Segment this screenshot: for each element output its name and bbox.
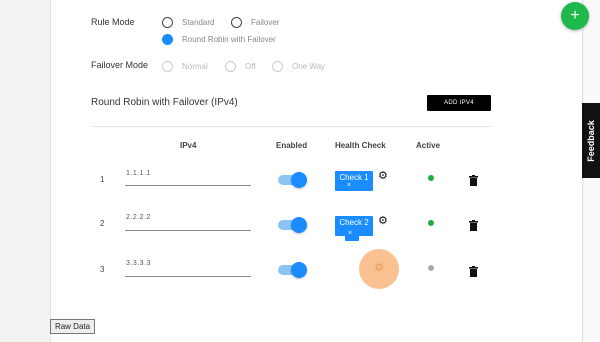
- rule-mode-option-label: Standard: [182, 18, 215, 27]
- toggle-knob: [291, 262, 307, 278]
- rule-mode-option-label: Failover: [251, 18, 280, 27]
- failover-mode-option-normal[interactable]: Normal: [162, 61, 208, 72]
- add-ipv4-button[interactable]: ADD IPV4: [427, 95, 491, 111]
- active-status-dot: [428, 220, 434, 226]
- rule-mode-option-label: Round Robin with Failover: [182, 35, 276, 44]
- enabled-toggle[interactable]: [278, 172, 307, 188]
- divider: [91, 126, 491, 127]
- failover-mode-option-one-way[interactable]: One Way: [272, 61, 325, 72]
- ipv4-input-underline: [125, 276, 251, 277]
- section-title: Round Robin with Failover (IPv4): [91, 97, 238, 108]
- feedback-tab[interactable]: Feedback: [582, 103, 600, 178]
- remove-check-button[interactable]: ×: [345, 229, 359, 241]
- column-header-ipv4: IPv4: [180, 141, 197, 150]
- gear-icon[interactable]: ⚙: [359, 261, 399, 274]
- ipv4-input[interactable]: 2.2.2.2: [126, 214, 151, 221]
- remove-check-icon[interactable]: ×: [348, 230, 352, 237]
- trash-icon[interactable]: [469, 218, 478, 236]
- health-check-chip[interactable]: Check 1 ×: [335, 171, 373, 191]
- column-header-enabled: Enabled: [276, 141, 308, 150]
- gear-icon[interactable]: ⚙: [378, 216, 388, 227]
- failover-mode-option-label: Normal: [182, 62, 208, 71]
- gear-icon[interactable]: ⚙: [378, 171, 388, 182]
- plus-icon[interactable]: +: [561, 2, 589, 30]
- active-status-dot: [428, 175, 434, 181]
- radio-icon: [231, 17, 242, 28]
- enabled-toggle[interactable]: [278, 217, 307, 233]
- column-header-health-check: Health Check: [335, 141, 386, 150]
- radio-icon: [162, 17, 173, 28]
- failover-mode-option-label: One Way: [292, 62, 326, 71]
- rule-mode-label: Rule Mode: [91, 17, 135, 27]
- failover-mode-option-label: Off: [245, 62, 256, 71]
- radio-selected-icon: [162, 34, 173, 45]
- rule-mode-option-round-robin[interactable]: Round Robin with Failover: [162, 34, 276, 45]
- toggle-knob: [291, 172, 307, 188]
- radio-icon: [162, 61, 173, 72]
- radio-icon: [225, 61, 236, 72]
- ipv4-input[interactable]: 1.1.1.1: [126, 170, 151, 177]
- column-header-active: Active: [416, 141, 441, 150]
- ipv4-input-underline: [125, 230, 251, 231]
- ipv4-input[interactable]: 3.3.3.3: [126, 260, 151, 267]
- click-highlight: ⚙: [359, 249, 399, 289]
- ipv4-input-underline: [125, 185, 251, 186]
- health-check-chip-label: Check 1: [339, 173, 369, 182]
- failover-mode-label: Failover Mode: [91, 60, 149, 70]
- row-number: 3: [100, 265, 105, 274]
- inactive-status-dot: [428, 265, 434, 271]
- row-number: 2: [100, 219, 105, 228]
- trash-icon[interactable]: [469, 264, 478, 282]
- health-check-chip-label: Check 2: [339, 218, 369, 227]
- enabled-toggle[interactable]: [278, 262, 307, 278]
- radio-icon: [272, 61, 283, 72]
- failover-mode-option-off[interactable]: Off: [225, 61, 256, 72]
- feedback-label: Feedback: [586, 119, 596, 162]
- raw-data-button[interactable]: Raw Data: [50, 319, 95, 334]
- rule-mode-option-failover[interactable]: Failover: [231, 17, 279, 28]
- toggle-knob: [291, 217, 307, 233]
- remove-check-icon[interactable]: ×: [347, 182, 351, 189]
- trash-icon[interactable]: [469, 173, 478, 191]
- rule-mode-option-standard[interactable]: Standard: [162, 17, 214, 28]
- row-number: 1: [100, 175, 105, 184]
